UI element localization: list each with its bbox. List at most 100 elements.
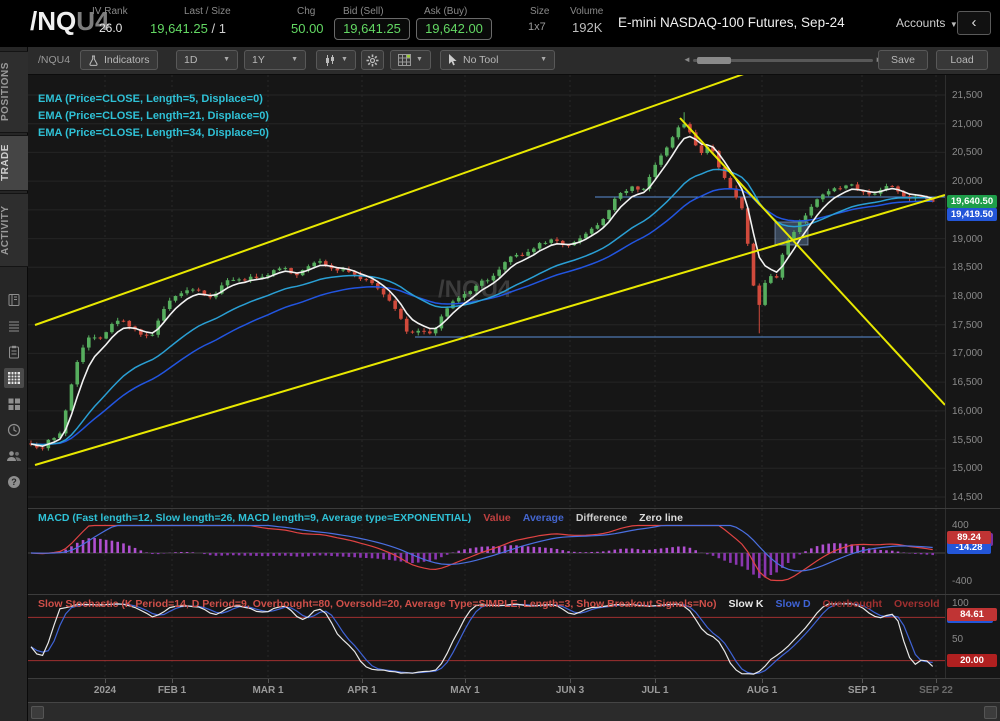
- chart-settings-button[interactable]: [361, 50, 384, 70]
- time-label: 2024: [94, 685, 116, 696]
- drawing-tool-dropdown[interactable]: No Tool ▼: [440, 50, 555, 70]
- size-value: 1x7: [528, 21, 546, 33]
- time-label: JUN 3: [556, 685, 584, 696]
- chart-type-dropdown[interactable]: ▼: [316, 50, 356, 70]
- macd-legend-value: Value: [483, 512, 510, 524]
- price-tick: 20,000: [952, 176, 983, 187]
- chevron-left-icon[interactable]: ‹: [957, 11, 991, 35]
- trading-platform-window: /NQU4 IV Rank 26.0 Last / Size 19,641.25…: [0, 0, 1000, 721]
- stochastic-axis: 1005084.6120.00: [945, 595, 1000, 678]
- macd-legend-average: Average: [523, 512, 564, 524]
- price-tick: 21,000: [952, 119, 983, 130]
- price-chart-panel[interactable]: /NQU4 21,50021,00020,50020,00019,50019,0…: [28, 75, 1000, 508]
- time-label: MAR 1: [252, 685, 283, 696]
- grid-layout-dropdown[interactable]: ▼: [390, 50, 431, 70]
- ema21-label[interactable]: EMA (Price=CLOSE, Length=21, Displace=0): [38, 110, 269, 122]
- symbol-root: /NQ: [30, 6, 76, 36]
- ema34-label[interactable]: EMA (Price=CLOSE, Length=34, Displace=0): [38, 127, 269, 139]
- sidebar-tab-trade[interactable]: TRADE: [0, 135, 28, 191]
- left-sidebar: POSITIONS TRADE ACTIVITY ?: [0, 47, 28, 721]
- stoch-legend-slow-d: Slow D: [776, 598, 811, 610]
- volume-label: Volume: [570, 6, 603, 17]
- svg-text:?: ?: [11, 477, 17, 487]
- bottom-scroll-strip[interactable]: [28, 702, 1000, 721]
- macd-study-label[interactable]: MACD (Fast length=12, Slow length=26, MA…: [38, 512, 471, 524]
- ask-button[interactable]: 19,642.00: [416, 18, 492, 40]
- price-tick: 21,500: [952, 90, 983, 101]
- price-tick: 18,000: [952, 291, 983, 302]
- bid-label: Bid (Sell): [343, 6, 384, 17]
- time-label: SEP 22: [919, 685, 953, 696]
- ask-label: Ask (Buy): [424, 6, 467, 17]
- time-label: MAY 1: [450, 685, 479, 696]
- macd-panel[interactable]: 400-400-14.2889.24 MACD (Fast length=12,…: [28, 508, 1000, 594]
- timeframe-value: 1D: [184, 51, 197, 69]
- grid-icon: [398, 54, 411, 66]
- save-label: Save: [891, 51, 915, 69]
- toolbar-symbol: /NQU4: [38, 50, 70, 70]
- candlestick-icon: [324, 55, 336, 66]
- chevron-down-icon: ▼: [416, 51, 423, 69]
- stoch-legend-overbought: Overbought: [823, 598, 883, 610]
- contract-description: E-mini NASDAQ-100 Futures, Sep-24: [618, 15, 845, 30]
- book-icon[interactable]: [4, 290, 24, 310]
- stoch-value-bubble: 84.61: [947, 608, 997, 621]
- list-icon[interactable]: [4, 316, 24, 336]
- timeframe-dropdown[interactable]: 1D▼: [176, 50, 238, 70]
- stoch-legend-oversold: Oversold: [894, 598, 940, 610]
- bid-button[interactable]: 19,641.25: [334, 18, 410, 40]
- stochastic-study-label[interactable]: Slow Stochastic (K Period=14, D Period=9…: [38, 598, 717, 610]
- time-tick: [105, 679, 106, 683]
- save-button[interactable]: Save: [878, 50, 928, 70]
- macd-tick: -400: [952, 576, 972, 587]
- time-label: SEP 1: [848, 685, 876, 696]
- iv-rank-label: IV Rank: [92, 6, 128, 17]
- slider-handle[interactable]: [697, 57, 731, 64]
- size-label: Size: [530, 6, 549, 17]
- grid-apps-icon[interactable]: [4, 394, 24, 414]
- people-icon[interactable]: [4, 446, 24, 466]
- collapse-panel-button[interactable]: ‹: [957, 11, 991, 35]
- macd-value-bubble: 89.24: [947, 531, 991, 544]
- sidebar-tab-activity[interactable]: ACTIVITY: [0, 193, 28, 267]
- sidebar-tab-positions[interactable]: POSITIONS: [0, 51, 28, 133]
- price-tick: 16,000: [952, 406, 983, 417]
- time-label: FEB 1: [158, 685, 186, 696]
- price-tick: 17,000: [952, 348, 983, 359]
- range-dropdown[interactable]: 1Y▼: [244, 50, 306, 70]
- price-axis[interactable]: 21,50021,00020,50020,00019,50019,00018,5…: [945, 75, 1000, 508]
- accounts-dropdown[interactable]: Accounts ▼: [896, 14, 958, 32]
- indicators-button[interactable]: Indicators: [80, 50, 158, 70]
- last-size-label: Last / Size: [184, 6, 231, 17]
- last-size-value: 19,641.25 / 1: [150, 21, 226, 36]
- last-price: 19,641.25: [150, 21, 208, 36]
- quote-header: /NQU4 IV Rank 26.0 Last / Size 19,641.25…: [0, 0, 1000, 47]
- flask-icon: [88, 55, 99, 66]
- time-tick: [936, 679, 937, 683]
- macd-legend-zero-line: Zero line: [639, 512, 683, 524]
- iv-rank-value: 26.0: [99, 21, 122, 35]
- time-axis[interactable]: 2024FEB 1MAR 1APR 1MAY 1JUN 3JUL 1AUG 1S…: [28, 678, 1000, 702]
- scroll-right-box[interactable]: [984, 706, 997, 719]
- stoch-tick: 50: [952, 634, 963, 645]
- price-bubble: 19,419.50: [947, 208, 997, 221]
- stoch-legend-slow-k: Slow K: [729, 598, 764, 610]
- time-tick: [362, 679, 363, 683]
- stochastic-panel[interactable]: 1005084.6120.00 Slow Stochastic (K Perio…: [28, 594, 1000, 678]
- time-label: AUG 1: [747, 685, 778, 696]
- chg-value: 50.00: [291, 21, 324, 36]
- clock-icon[interactable]: [4, 420, 24, 440]
- ema5-label[interactable]: EMA (Price=CLOSE, Length=5, Displace=0): [38, 93, 269, 105]
- load-button[interactable]: Load: [936, 50, 988, 70]
- price-tick: 15,500: [952, 435, 983, 446]
- zoom-slider[interactable]: ◄ ►: [683, 57, 883, 63]
- time-tick: [268, 679, 269, 683]
- help-icon[interactable]: ?: [4, 472, 24, 492]
- macd-tick: 400: [952, 520, 969, 531]
- slider-left-arrow-icon[interactable]: ◄: [683, 55, 691, 64]
- clipboard-icon[interactable]: [4, 342, 24, 362]
- accounts-label[interactable]: Accounts: [896, 16, 945, 30]
- scroll-left-box[interactable]: [31, 706, 44, 719]
- chart-icon[interactable]: [4, 368, 24, 388]
- cursor-icon: [448, 54, 458, 66]
